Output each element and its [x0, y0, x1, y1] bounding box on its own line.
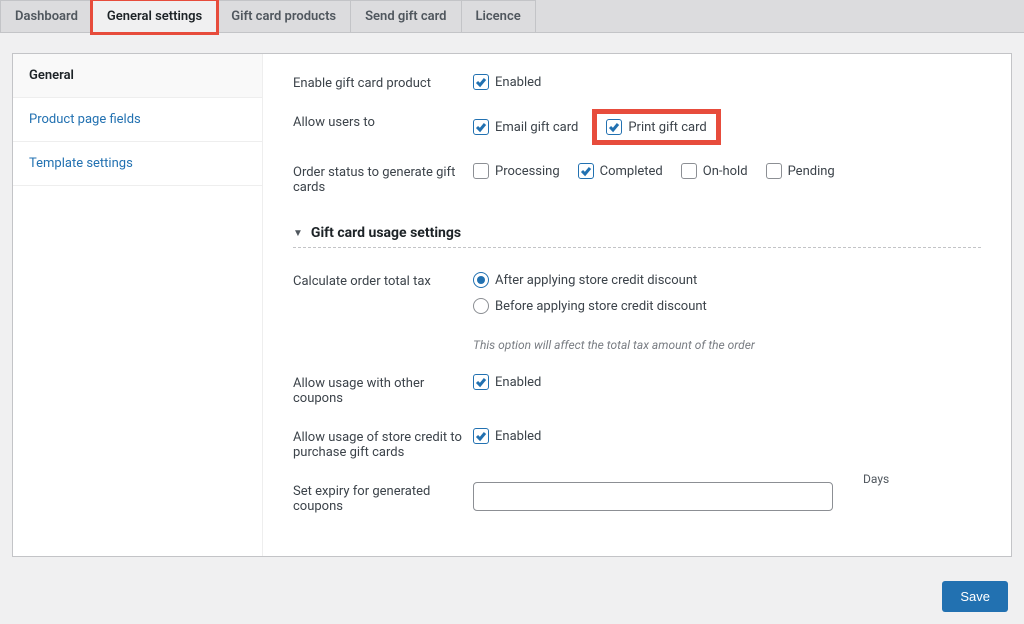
sidebar-item-template-settings[interactable]: Template settings: [13, 142, 262, 186]
expiry-input[interactable]: [473, 482, 833, 511]
checkbox-icon: [473, 374, 489, 390]
checkbox-icon: [473, 163, 489, 179]
checkbox-icon: [473, 428, 489, 444]
calc-tax-before-label: Before applying store credit discount: [495, 299, 707, 314]
expiry-unit-label: Days: [863, 472, 889, 486]
checkbox-icon: [606, 119, 622, 135]
processing-checkbox[interactable]: Processing: [473, 163, 560, 179]
processing-label: Processing: [495, 164, 560, 179]
sidebar: General Product page fields Template set…: [13, 54, 263, 556]
calc-tax-before-radio[interactable]: Before applying store credit discount: [473, 298, 755, 314]
tab-gift-card-products[interactable]: Gift card products: [216, 0, 351, 32]
checkbox-icon: [766, 163, 782, 179]
tab-licence[interactable]: Licence: [461, 0, 536, 32]
checkbox-icon: [473, 119, 489, 135]
checkbox-icon: [473, 74, 489, 90]
email-gift-card-label: Email gift card: [495, 120, 578, 135]
completed-checkbox[interactable]: Completed: [578, 163, 663, 179]
calc-tax-label: Calculate order total tax: [293, 272, 473, 289]
tab-dashboard[interactable]: Dashboard: [0, 0, 93, 32]
section-usage-title: Gift card usage settings: [311, 225, 461, 241]
print-gift-card-checkbox[interactable]: Print gift card: [596, 113, 716, 141]
enabled-label: Enabled: [495, 429, 541, 444]
email-gift-card-checkbox[interactable]: Email gift card: [473, 119, 578, 135]
enabled-label: Enabled: [495, 75, 541, 90]
calc-tax-help: This option will affect the total tax am…: [473, 338, 755, 352]
radio-icon: [473, 272, 489, 288]
allow-other-coupons-label: Allow usage with other coupons: [293, 374, 473, 406]
section-usage-header[interactable]: ▼ Gift card usage settings: [293, 225, 981, 241]
calc-tax-after-label: After applying store credit discount: [495, 273, 697, 288]
save-button[interactable]: Save: [942, 581, 1008, 612]
content: General Product page fields Template set…: [12, 53, 1012, 557]
enabled-label: Enabled: [495, 375, 541, 390]
radio-icon: [473, 298, 489, 314]
pending-checkbox[interactable]: Pending: [766, 163, 835, 179]
allow-store-credit-label: Allow usage of store credit to purchase …: [293, 428, 473, 460]
allow-other-coupons-checkbox[interactable]: Enabled: [473, 374, 541, 390]
main-panel: Enable gift card product Enabled Allow u…: [263, 54, 1011, 556]
checkbox-icon: [578, 163, 594, 179]
checkbox-icon: [681, 163, 697, 179]
allow-store-credit-checkbox[interactable]: Enabled: [473, 428, 541, 444]
completed-label: Completed: [600, 164, 663, 179]
tab-general-settings[interactable]: General settings: [92, 0, 217, 33]
triangle-down-icon: ▼: [293, 228, 303, 239]
sidebar-item-product-page-fields[interactable]: Product page fields: [13, 98, 262, 142]
enable-gift-card-checkbox[interactable]: Enabled: [473, 74, 541, 90]
expiry-label: Set expiry for generated coupons: [293, 482, 473, 514]
footer: Save: [0, 569, 1024, 624]
allow-users-to-label: Allow users to: [293, 113, 473, 130]
print-gift-card-label: Print gift card: [628, 120, 706, 135]
on-hold-checkbox[interactable]: On-hold: [681, 163, 748, 179]
enable-gift-card-label: Enable gift card product: [293, 74, 473, 91]
section-divider: [293, 247, 981, 248]
nav-tabs: Dashboard General settings Gift card pro…: [0, 0, 1024, 33]
sidebar-item-general[interactable]: General: [13, 54, 262, 98]
on-hold-label: On-hold: [703, 164, 748, 179]
order-status-label: Order status to generate gift cards: [293, 163, 473, 195]
calc-tax-after-radio[interactable]: After applying store credit discount: [473, 272, 755, 288]
tab-send-gift-card[interactable]: Send gift card: [350, 0, 461, 32]
pending-label: Pending: [788, 164, 835, 179]
